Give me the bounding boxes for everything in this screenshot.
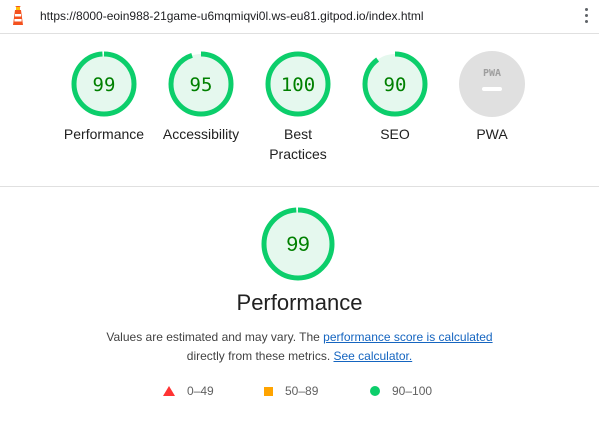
gauge-ring: 100 xyxy=(265,51,331,117)
gauge-ring: 99 xyxy=(71,51,137,117)
legend-label: 90–100 xyxy=(392,384,433,398)
gauge-ring: 95 xyxy=(168,51,234,117)
gauge-score: 90 xyxy=(384,74,407,96)
desc-text: directly from these metrics. xyxy=(186,349,334,363)
legend-label: 0–49 xyxy=(187,384,214,398)
pwa-badge-text: PWA xyxy=(483,68,501,79)
gauge-pwa[interactable]: PWA PWA xyxy=(447,50,537,144)
gauge-label: SEO xyxy=(380,126,410,142)
gauge-score: 99 xyxy=(93,74,116,96)
section-divider xyxy=(0,186,599,187)
desc-text: Values are estimated and may vary. The xyxy=(106,330,324,344)
detail-score: 99 xyxy=(286,233,309,256)
see-calculator-link[interactable]: See calculator. xyxy=(333,349,412,363)
gauge-best-practices[interactable]: 100 Best Practices xyxy=(253,50,343,164)
category-title: Performance xyxy=(236,290,363,315)
gauge-label: Performance xyxy=(63,126,145,142)
gauge-performance[interactable]: 99 Performance xyxy=(59,50,149,144)
legend-average: 50–89 xyxy=(264,384,318,398)
triangle-icon xyxy=(163,386,175,396)
gauge-accessibility[interactable]: 95 Accessibility xyxy=(156,50,246,144)
score-legend: 0–49 50–89 90–100 xyxy=(0,384,599,402)
score-summary: 99 Performance 95 Accessibility 100 Best… xyxy=(0,50,599,170)
gauge-label: PWA xyxy=(476,126,508,142)
lighthouse-icon xyxy=(13,6,23,25)
pwa-badge-icon: PWA xyxy=(459,51,525,117)
more-options-icon[interactable] xyxy=(585,8,589,24)
performance-detail-gauge: 99 xyxy=(261,207,335,281)
legend-fail: 0–49 xyxy=(163,384,214,398)
category-description: Values are estimated and may vary. The p… xyxy=(0,328,599,366)
gauge-score: 95 xyxy=(190,74,213,96)
url-bar: https://8000-eoin988-21game-u6mqmiqvi0l.… xyxy=(0,0,599,34)
gauge-seo[interactable]: 90 SEO xyxy=(350,50,440,144)
gauge-label: Accessibility xyxy=(162,126,240,142)
gauge-score: 100 xyxy=(281,74,315,96)
square-icon xyxy=(264,386,273,396)
circle-icon xyxy=(370,386,380,396)
report-url[interactable]: https://8000-eoin988-21game-u6mqmiqvi0l.… xyxy=(40,9,424,23)
gauge-ring: 90 xyxy=(362,51,428,117)
legend-label: 50–89 xyxy=(285,384,319,398)
score-calculated-link[interactable]: performance score is calculated xyxy=(323,330,492,344)
legend-pass: 90–100 xyxy=(370,384,432,398)
gauge-label: Best Practices xyxy=(269,126,327,162)
